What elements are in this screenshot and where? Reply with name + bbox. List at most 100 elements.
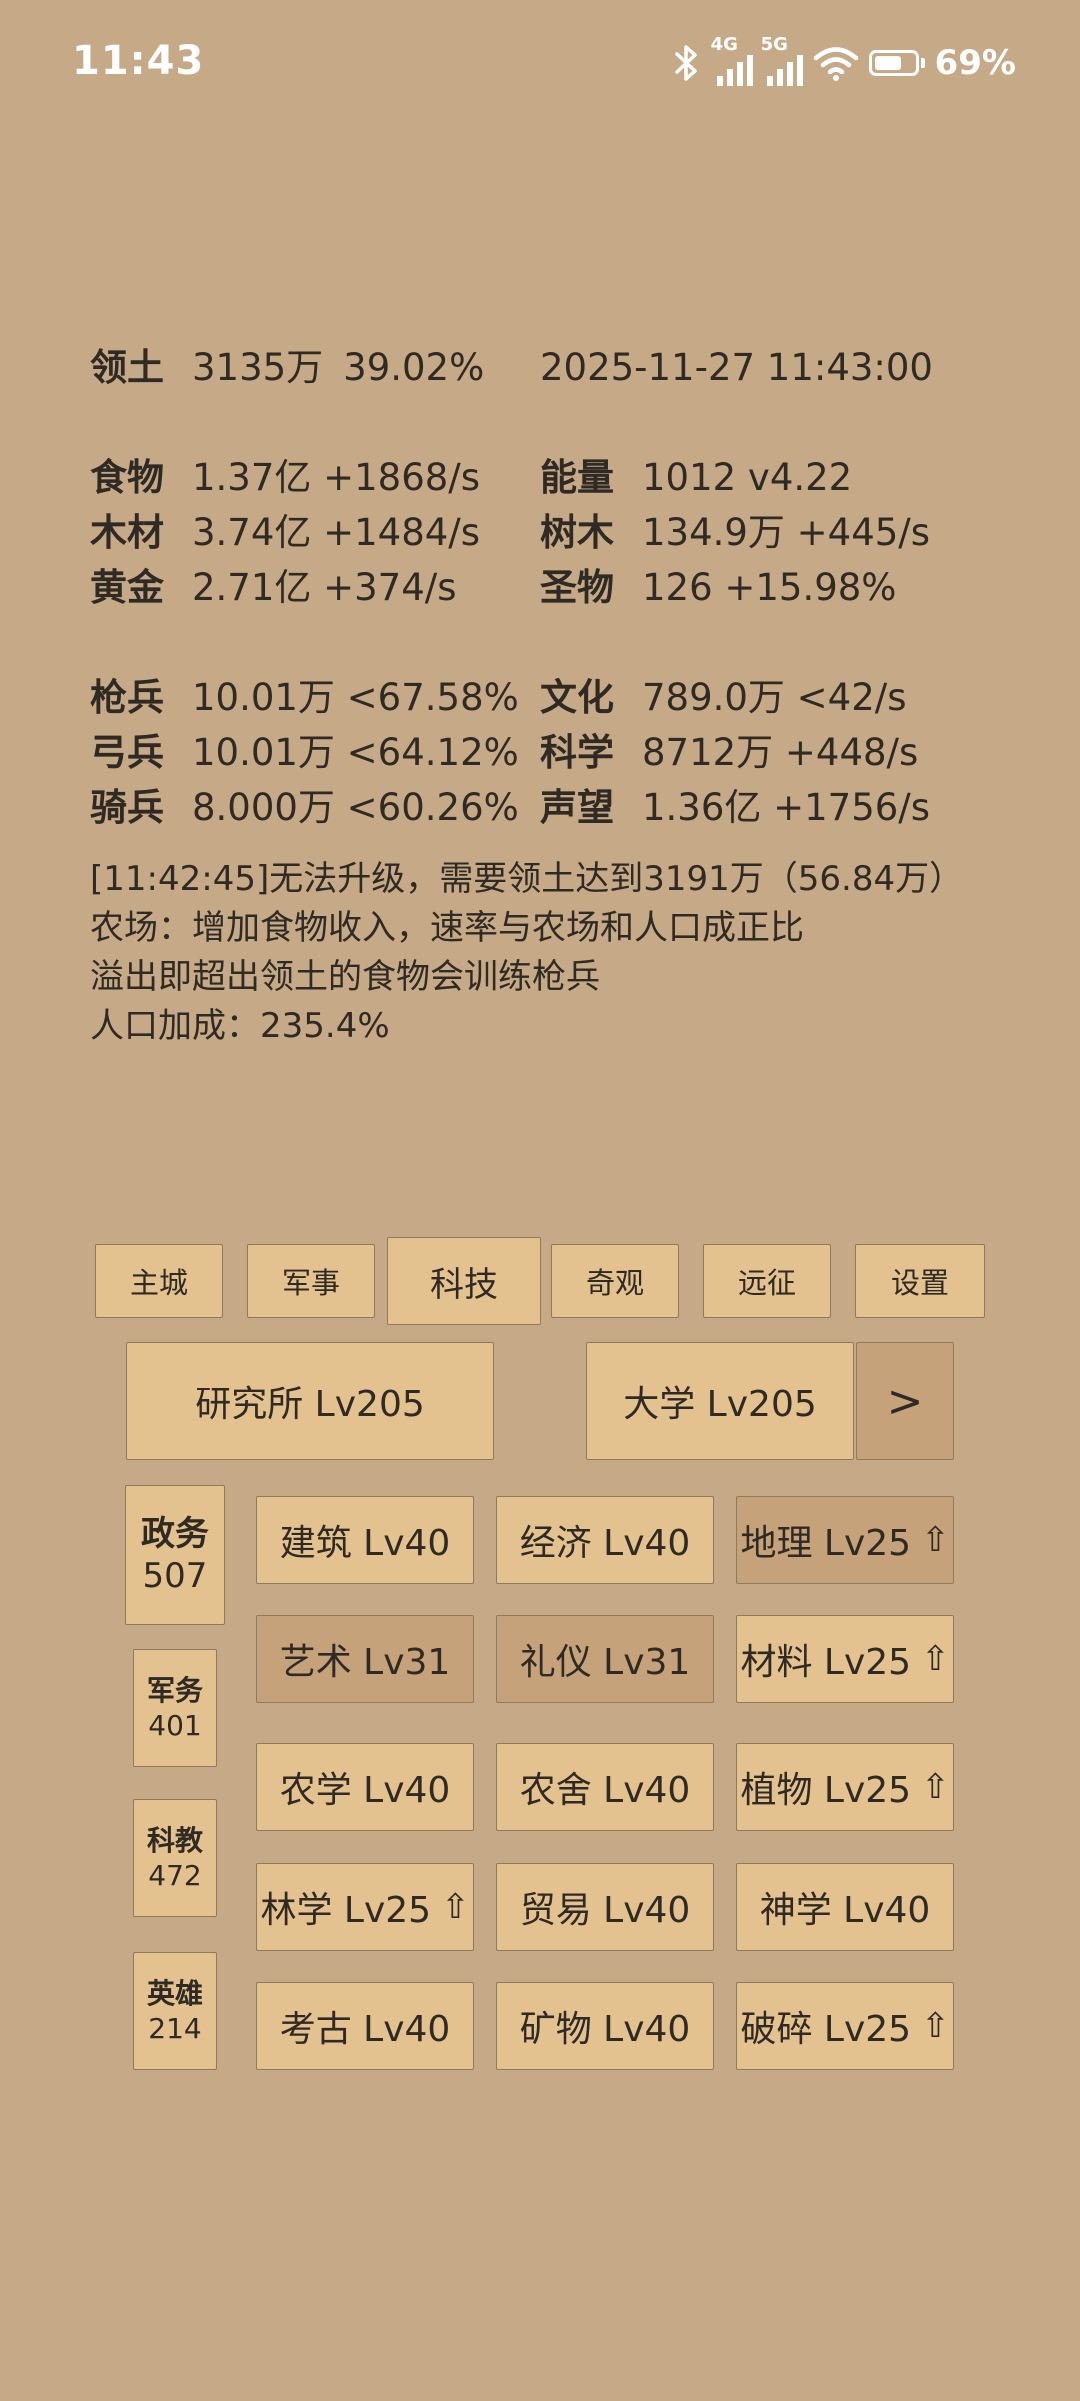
tech-button[interactable]: 材料 Lv25 ⇧	[736, 1615, 954, 1703]
upgrade-arrow-icon: ⇧	[441, 1887, 470, 1927]
territory-label: 领土	[90, 346, 164, 389]
upgrade-arrow-icon: ⇧	[921, 1520, 950, 1560]
tech-button[interactable]: 矿物 Lv40	[496, 1982, 714, 2070]
tab-settings[interactable]: 设置	[855, 1244, 985, 1318]
stat-value: 10.01万 <67.58%	[192, 676, 519, 719]
category-count: 507	[142, 1556, 208, 1596]
upgrade-arrow-icon: ⇧	[921, 1639, 950, 1679]
tech-button[interactable]: 艺术 Lv31	[256, 1615, 474, 1703]
tech-label: 建筑 Lv40	[279, 1523, 451, 1564]
category-heroes[interactable]: 英雄 214	[133, 1952, 217, 2070]
tab-military[interactable]: 军事	[247, 1244, 375, 1318]
wifi-icon	[813, 47, 858, 81]
category-count: 214	[148, 2012, 202, 2045]
tech-label: 地理 Lv25	[740, 1523, 912, 1564]
tech-button[interactable]: 建筑 Lv40	[256, 1496, 474, 1584]
stat-value: 1012 v4.22	[642, 456, 853, 499]
stat-value: 8712万 +448/s	[642, 731, 919, 774]
tech-label: 艺术 Lv31	[279, 1642, 451, 1683]
message-line: 农场：增加食物收入，速率与农场和人口成正比	[90, 908, 804, 948]
tech-label: 贸易 Lv40	[519, 1890, 691, 1931]
tech-label: 礼仪 Lv31	[519, 1642, 691, 1683]
tech-button[interactable]: 林学 Lv25 ⇧	[256, 1863, 474, 1951]
stat-value: 8.000万 <60.26%	[192, 786, 519, 829]
stat-label: 骑兵	[90, 786, 164, 829]
tab-technology[interactable]: 科技	[387, 1237, 541, 1325]
message-line: 人口加成：235.4%	[90, 1006, 390, 1046]
tech-button[interactable]: 农学 Lv40	[256, 1743, 474, 1831]
territory-percent: 39.02%	[343, 346, 485, 389]
stat-row: 黄金 2.71亿 +374/s 圣物 126 +15.98%	[90, 560, 1030, 615]
tech-label: 农学 Lv40	[279, 1770, 451, 1811]
category-military-affairs[interactable]: 军务 401	[133, 1649, 217, 1767]
tech-label: 材料 Lv25	[740, 1642, 912, 1683]
tech-button[interactable]: 贸易 Lv40	[496, 1863, 714, 1951]
category-title: 政务	[141, 1513, 209, 1554]
stat-label: 科学	[540, 731, 614, 774]
stat-value: 1.36亿 +1756/s	[642, 786, 931, 829]
stat-label: 弓兵	[90, 731, 164, 774]
tech-label: 矿物 Lv40	[519, 2009, 691, 2050]
tech-button[interactable]: 考古 Lv40	[256, 1982, 474, 2070]
game-datetime: 2025-11-27 11:43:00	[540, 346, 933, 389]
tech-button[interactable]: 农舍 Lv40	[496, 1743, 714, 1831]
tech-button[interactable]: 经济 Lv40	[496, 1496, 714, 1584]
category-title: 军务	[146, 1674, 203, 1707]
stat-row: 木材 3.74亿 +1484/s 树木 134.9万 +445/s	[90, 505, 1030, 560]
tab-main-city[interactable]: 主城	[95, 1244, 223, 1318]
stat-row: 枪兵 10.01万 <67.58% 文化 789.0万 <42/s	[90, 670, 1030, 725]
stat-row: 食物 1.37亿 +1868/s 能量 1012 v4.22	[90, 450, 1030, 505]
category-science-education[interactable]: 科教 472	[133, 1799, 217, 1917]
tech-label: 破碎 Lv25	[740, 2009, 912, 2050]
stat-row: 弓兵 10.01万 <64.12% 科学 8712万 +448/s	[90, 725, 1030, 780]
status-icons: 4G 5G 69%	[669, 34, 1016, 88]
stat-value: 1.37亿 +1868/s	[192, 456, 481, 499]
battery-percentage: 69%	[934, 43, 1016, 83]
stat-label: 木材	[90, 511, 164, 554]
stat-value: 789.0万 <42/s	[642, 676, 907, 719]
tab-expedition[interactable]: 远征	[703, 1244, 831, 1318]
stat-value: 134.9万 +445/s	[642, 511, 931, 554]
stat-label: 树木	[540, 511, 614, 554]
university-button[interactable]: 大学 Lv205	[586, 1342, 854, 1460]
category-title: 英雄	[146, 1977, 203, 2010]
stat-row: 骑兵 8.000万 <60.26% 声望 1.36亿 +1756/s	[90, 780, 1030, 835]
next-page-button[interactable]: >	[856, 1342, 954, 1460]
category-title: 科教	[146, 1824, 203, 1857]
upgrade-arrow-icon: ⇧	[921, 2006, 950, 2046]
stat-label: 能量	[540, 456, 614, 499]
status-bar: 11:43 4G 5G 69%	[0, 0, 1080, 125]
tab-wonders[interactable]: 奇观	[551, 1244, 679, 1318]
upgrade-arrow-icon: ⇧	[921, 1767, 950, 1807]
territory-row: 领土 3135万 39.02% 2025-11-27 11:43:00	[90, 340, 1030, 395]
message-line: 溢出即超出领土的食物会训练枪兵	[90, 957, 600, 997]
stat-label: 声望	[540, 786, 614, 829]
tech-button[interactable]: 礼仪 Lv31	[496, 1615, 714, 1703]
stat-value: 2.71亿 +374/s	[192, 566, 457, 609]
stat-value: 3.74亿 +1484/s	[192, 511, 481, 554]
signal-5g-icon: 5G	[761, 34, 803, 86]
tech-button[interactable]: 神学 Lv40	[736, 1863, 954, 1951]
tech-label: 神学 Lv40	[759, 1890, 931, 1931]
tech-button[interactable]: 植物 Lv25 ⇧	[736, 1743, 954, 1831]
stat-label: 枪兵	[90, 676, 164, 719]
tech-label: 考古 Lv40	[279, 2009, 451, 2050]
stat-label: 食物	[90, 456, 164, 499]
stat-label: 黄金	[90, 566, 164, 609]
tech-label: 植物 Lv25	[740, 1770, 912, 1811]
stat-label: 文化	[540, 676, 614, 719]
message-line: [11:42:45]无法升级，需要领土达到3191万（56.84万）	[90, 859, 964, 899]
clock: 11:43	[72, 38, 205, 84]
stat-value: 126 +15.98%	[642, 566, 897, 609]
category-governance[interactable]: 政务 507	[125, 1485, 225, 1625]
tech-label: 经济 Lv40	[519, 1523, 691, 1564]
category-count: 401	[148, 1709, 202, 1742]
tech-button[interactable]: 破碎 Lv25 ⇧	[736, 1982, 954, 2070]
message-log: [11:42:45]无法升级，需要领土达到3191万（56.84万） 农场：增加…	[90, 855, 1030, 1051]
stats-panel: 领土 3135万 39.02% 2025-11-27 11:43:00 食物 1.…	[90, 340, 1030, 1051]
tech-label: 林学 Lv25	[260, 1890, 432, 1931]
research-institute-button[interactable]: 研究所 Lv205	[126, 1342, 494, 1460]
territory-value: 3135万	[192, 346, 324, 389]
tech-button[interactable]: 地理 Lv25 ⇧	[736, 1496, 954, 1584]
battery-icon	[868, 50, 925, 76]
